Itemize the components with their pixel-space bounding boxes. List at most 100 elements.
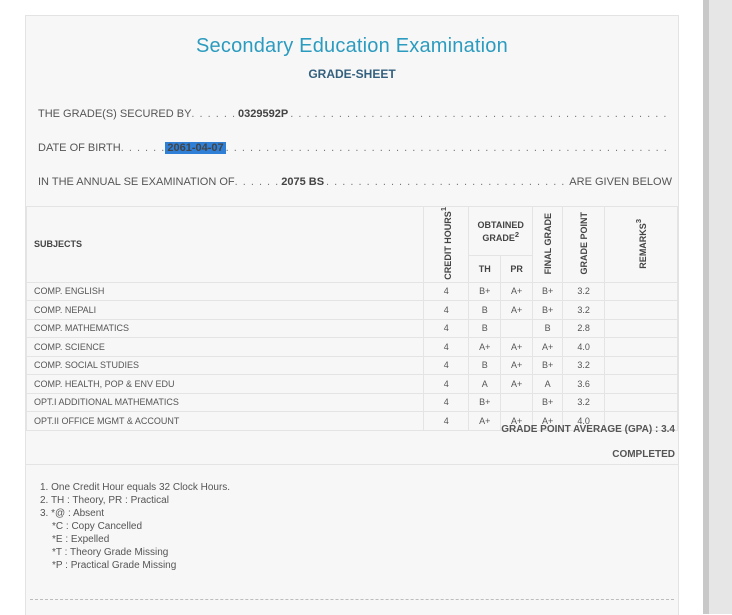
final-grade-header: FINAL GRADE <box>532 206 564 283</box>
cell-th: A+ <box>468 411 502 431</box>
obtained-footnote: 2 <box>514 229 520 239</box>
cell-final: B <box>532 318 564 339</box>
dob-line: DATE OF BIRTH 2061-04-07 <box>38 142 672 154</box>
cell-credit: 4 <box>423 281 470 302</box>
remarks-footnote: 3 <box>634 218 644 223</box>
cell-final: A+ <box>532 337 564 357</box>
symbol-number: 0329592P <box>238 108 289 120</box>
exam-year: 2075 BS <box>281 176 325 188</box>
exam-line: IN THE ANNUAL SE EXAMINATION OF 2075 BS … <box>38 176 672 188</box>
grades-table: SUBJECTS CREDIT HOURS1 OBTAINED GRADE2 F… <box>25 205 678 431</box>
cell-pr <box>500 318 534 339</box>
cell-pr: A+ <box>500 355 534 376</box>
cell-credit: 4 <box>423 374 470 394</box>
cell-remarks <box>604 392 678 413</box>
cell-credit: 4 <box>423 337 470 357</box>
cell-th: B <box>468 300 502 320</box>
scrollbar-track-edge <box>703 0 709 614</box>
dot-leader <box>191 108 236 120</box>
secured-by-line: THE GRADE(S) SECURED BY 0329592P <box>38 108 672 120</box>
footnote: *E : Expelled <box>52 534 110 545</box>
table-row: COMP. ENGLISH 4 B+ A+ B+ 3.2 <box>25 281 678 302</box>
cell-th: A <box>468 374 502 394</box>
exam-label: IN THE ANNUAL SE EXAMINATION OF <box>38 176 235 188</box>
grade-point-header: GRADE POINT <box>562 206 606 283</box>
credit-hours-header: CREDIT HOURS1 <box>423 206 470 283</box>
dashed-divider <box>30 599 674 600</box>
cell-subject: COMP. NEPALI <box>25 300 425 320</box>
pr-header: PR <box>500 255 534 283</box>
cell-th: A+ <box>468 337 502 357</box>
cell-gp: 3.6 <box>562 374 606 394</box>
credit-footnote: 1 <box>439 207 449 212</box>
cell-pr: A+ <box>500 300 534 320</box>
table-row: COMP. SOCIAL STUDIES 4 B A+ B+ 3.2 <box>25 355 678 376</box>
footnote: 2. TH : Theory, PR : Practical <box>40 495 169 506</box>
cell-credit: 4 <box>423 411 470 431</box>
dob-value: 2061-04-07 <box>165 142 226 154</box>
dot-leader <box>290 108 672 120</box>
cell-subject: OPT.I ADDITIONAL MATHEMATICS <box>25 392 425 413</box>
table-row: COMP. SCIENCE 4 A+ A+ A+ 4.0 <box>25 337 678 357</box>
cell-th: B <box>468 355 502 376</box>
footnote: 3. *@ : Absent <box>40 508 105 519</box>
remarks-label: REMARKS <box>638 222 649 269</box>
cell-final: B+ <box>532 392 564 413</box>
cell-gp: 2.8 <box>562 318 606 339</box>
cell-remarks <box>604 337 678 357</box>
dot-leader <box>121 142 166 154</box>
dob-label: DATE OF BIRTH <box>38 142 121 154</box>
cell-pr: A+ <box>500 337 534 357</box>
exam-suffix: ARE GIVEN BELOW <box>569 176 672 188</box>
sheet-title: Secondary Education Examination <box>196 35 508 57</box>
table-row: COMP. MATHEMATICS 4 B B 2.8 <box>25 318 678 339</box>
cell-gp: 4.0 <box>562 337 606 357</box>
subjects-header: SUBJECTS <box>25 206 425 283</box>
dot-leader <box>226 142 672 154</box>
cell-th: B+ <box>468 392 502 413</box>
cell-subject: COMP. SOCIAL STUDIES <box>25 355 425 376</box>
sheet-subtitle: GRADE-SHEET <box>308 67 396 81</box>
cell-credit: 4 <box>423 355 470 376</box>
cell-subject: COMP. HEALTH, POP & ENV EDU <box>25 374 425 394</box>
obtained-grade-header: OBTAINED GRADE2 <box>468 205 534 257</box>
footnotes: 1. One Credit Hour equals 32 Clock Hours… <box>40 481 230 572</box>
cell-subject: COMP. SCIENCE <box>25 337 425 357</box>
cell-remarks <box>604 318 678 339</box>
secured-by-label: THE GRADE(S) SECURED BY <box>38 108 192 120</box>
cell-pr: A+ <box>500 281 534 302</box>
cell-remarks <box>604 300 678 320</box>
cell-gp: 3.2 <box>562 300 606 320</box>
cell-credit: 4 <box>423 318 470 339</box>
th-header: TH <box>468 255 502 283</box>
remarks-header: REMARKS3 <box>604 206 678 283</box>
cell-subject: COMP. ENGLISH <box>25 281 425 302</box>
cell-gp: 3.2 <box>562 355 606 376</box>
cell-final: B+ <box>532 281 564 302</box>
grade-sheet: Secondary Education Examination GRADE-SH… <box>25 15 679 615</box>
cell-final: A <box>532 374 564 394</box>
cell-final: B+ <box>532 355 564 376</box>
credit-hours-label: CREDIT HOURS <box>443 211 454 280</box>
cell-subject: COMP. MATHEMATICS <box>25 318 425 339</box>
table-row: COMP. NEPALI 4 B A+ B+ 3.2 <box>25 300 678 320</box>
dot-leader <box>326 176 569 188</box>
cell-credit: 4 <box>423 300 470 320</box>
cell-credit: 4 <box>423 392 470 413</box>
cell-final: B+ <box>532 300 564 320</box>
page-scrollbar[interactable] <box>703 0 732 614</box>
cell-pr: A+ <box>500 374 534 394</box>
footnote: *T : Theory Grade Missing <box>52 547 169 558</box>
cell-subject: OPT.II OFFICE MGMT & ACCOUNT <box>25 411 425 431</box>
table-row: OPT.I ADDITIONAL MATHEMATICS 4 B+ B+ 3.2 <box>25 392 678 413</box>
cell-pr <box>500 392 534 413</box>
footnote: 1. One Credit Hour equals 32 Clock Hours… <box>40 482 231 493</box>
cell-th: B+ <box>468 281 502 302</box>
footnote: *C : Copy Cancelled <box>52 521 143 532</box>
final-grade-label: FINAL GRADE <box>542 212 553 275</box>
result-status: COMPLETED <box>612 449 675 460</box>
cell-gp: 3.2 <box>562 392 606 413</box>
divider <box>26 464 678 465</box>
cell-remarks <box>604 281 678 302</box>
table-row: COMP. HEALTH, POP & ENV EDU 4 A A+ A 3.6 <box>25 374 678 394</box>
